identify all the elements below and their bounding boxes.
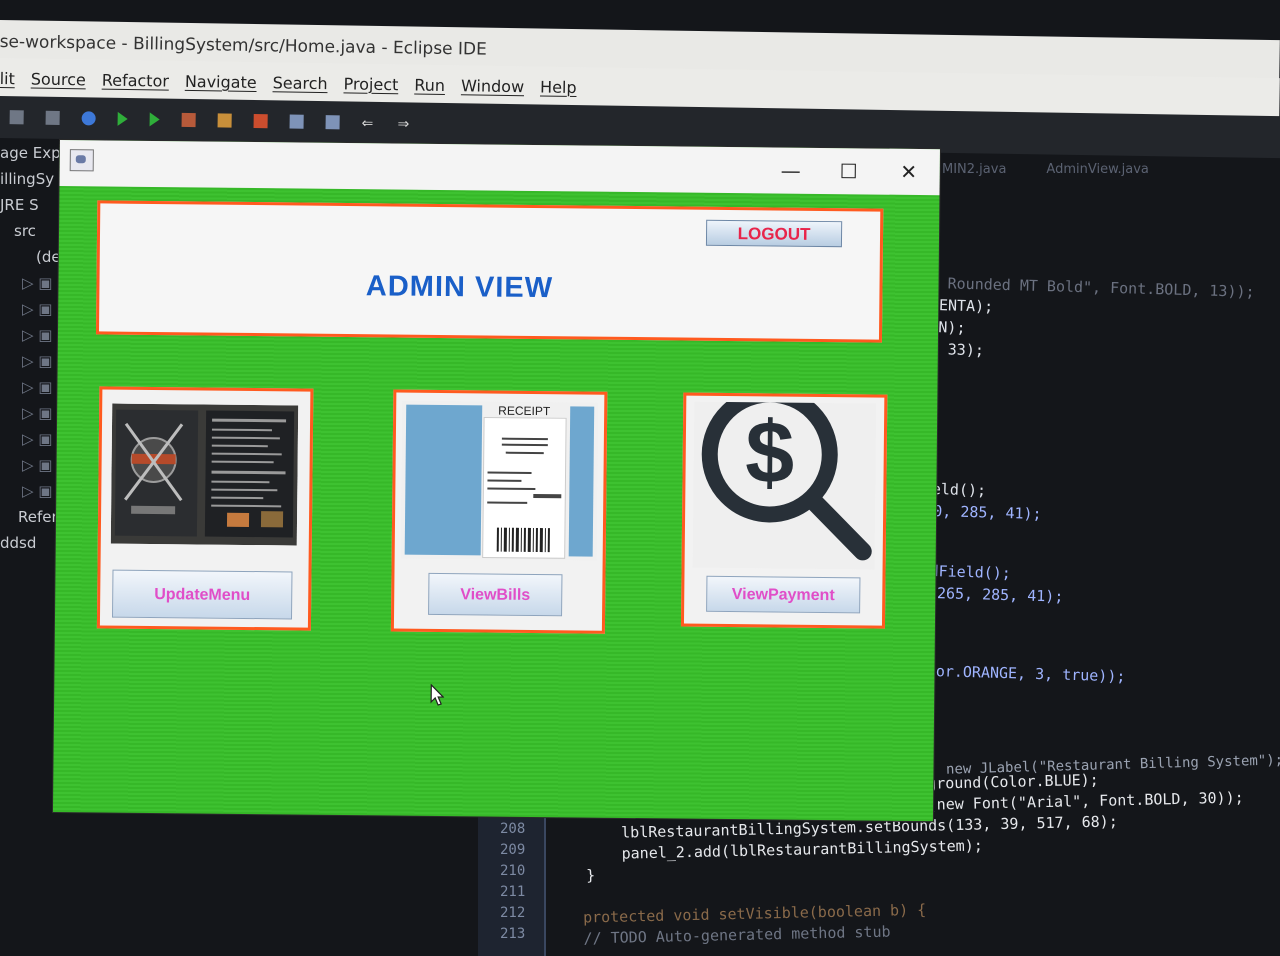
menu-project[interactable]: Project xyxy=(343,74,398,94)
menu-source[interactable]: Source xyxy=(31,69,86,89)
view-payment-card: $ ViewPayment xyxy=(680,386,888,629)
code-line: Rounded MT Bold", Font.BOLD, 13)); xyxy=(947,274,1255,301)
external-tools-icon[interactable] xyxy=(181,112,196,128)
line-number: 212 xyxy=(500,905,526,921)
java-cup-icon xyxy=(69,149,94,172)
line-number: 211 xyxy=(500,884,526,900)
open-type-icon[interactable] xyxy=(289,114,304,129)
code-line: dField(); xyxy=(929,561,1012,583)
code-line: N); xyxy=(938,318,966,337)
page-title: ADMIN VIEW xyxy=(365,270,554,305)
menu-run[interactable]: Run xyxy=(414,75,445,94)
line-number: 210 xyxy=(500,863,526,879)
code-line: 0, 285, 41); xyxy=(933,502,1042,524)
new-package-icon[interactable] xyxy=(217,113,232,128)
menu-edit[interactable]: lit xyxy=(0,68,15,87)
new-class-icon[interactable] xyxy=(253,113,268,129)
receipt-icon: RECEIPT xyxy=(400,400,599,561)
logout-button[interactable]: LOGOUT xyxy=(705,219,843,248)
mouse-cursor-icon xyxy=(430,683,445,706)
close-button[interactable]: ✕ xyxy=(894,159,924,185)
view-payment-button[interactable]: ViewPayment xyxy=(706,575,861,614)
code-editor-right: Rounded MT Bold", Font.BOLD, 13)); ENTA)… xyxy=(923,270,1276,759)
view-bills-card: RECEIPT ViewBills xyxy=(390,389,608,634)
menu-search[interactable]: Search xyxy=(273,73,328,93)
admin-view-window: — ☐ ✕ LOGOUT ADMIN VIEW UpdateMenu RECEI… xyxy=(52,140,940,822)
menu-window[interactable]: Window xyxy=(461,76,524,96)
run-config-icon[interactable] xyxy=(149,112,160,127)
code-line: ENTA); xyxy=(938,296,994,316)
line-number: 208 xyxy=(500,821,526,837)
view-bills-button[interactable]: ViewBills xyxy=(428,572,563,617)
save-icon[interactable] xyxy=(9,110,24,125)
menu-refactor[interactable]: Refactor xyxy=(102,70,169,90)
menu-navigate[interactable]: Navigate xyxy=(185,71,257,91)
editor-tab-main[interactable]: MIN2.java xyxy=(942,162,1006,177)
window-title-bar: — ☐ ✕ xyxy=(59,140,940,196)
editor-tab-adminview[interactable]: AdminView.java xyxy=(1046,162,1148,177)
ide-window-title: se-workspace - BillingSystem/src/Home.ja… xyxy=(0,31,488,60)
receipt-label: RECEIPT xyxy=(498,403,551,419)
update-menu-card: UpdateMenu xyxy=(96,386,314,631)
svg-text:$: $ xyxy=(745,402,795,502)
code-line: 265, 285, 41); xyxy=(936,584,1064,606)
code-line: 33); xyxy=(947,340,985,360)
line-number: 213 xyxy=(500,926,526,942)
dollar-search-icon: $ xyxy=(692,386,877,570)
search-icon[interactable] xyxy=(325,115,340,130)
update-menu-button[interactable]: UpdateMenu xyxy=(112,569,293,620)
minimize-button[interactable]: — xyxy=(776,157,806,183)
run-icon[interactable] xyxy=(117,111,128,127)
code-line: eld(); xyxy=(931,479,987,500)
editor-tabs: MIN2.java AdminView.java xyxy=(936,152,1280,186)
save-all-icon[interactable] xyxy=(45,110,60,125)
forward-arrow-icon[interactable]: ⇒ xyxy=(397,116,412,132)
line-number-gutter: 207 208 209 210 211 212 213 xyxy=(478,798,546,956)
line-number: 209 xyxy=(500,842,526,858)
back-arrow-icon[interactable]: ⇐ xyxy=(361,116,376,132)
menu-help[interactable]: Help xyxy=(540,77,577,97)
maximize-button[interactable]: ☐ xyxy=(834,158,864,184)
code-line: lor.ORANGE, 3, true)); xyxy=(926,661,1126,686)
header-panel: LOGOUT ADMIN VIEW xyxy=(95,200,884,343)
debug-icon[interactable] xyxy=(81,111,96,126)
menu-board-image xyxy=(110,403,299,546)
